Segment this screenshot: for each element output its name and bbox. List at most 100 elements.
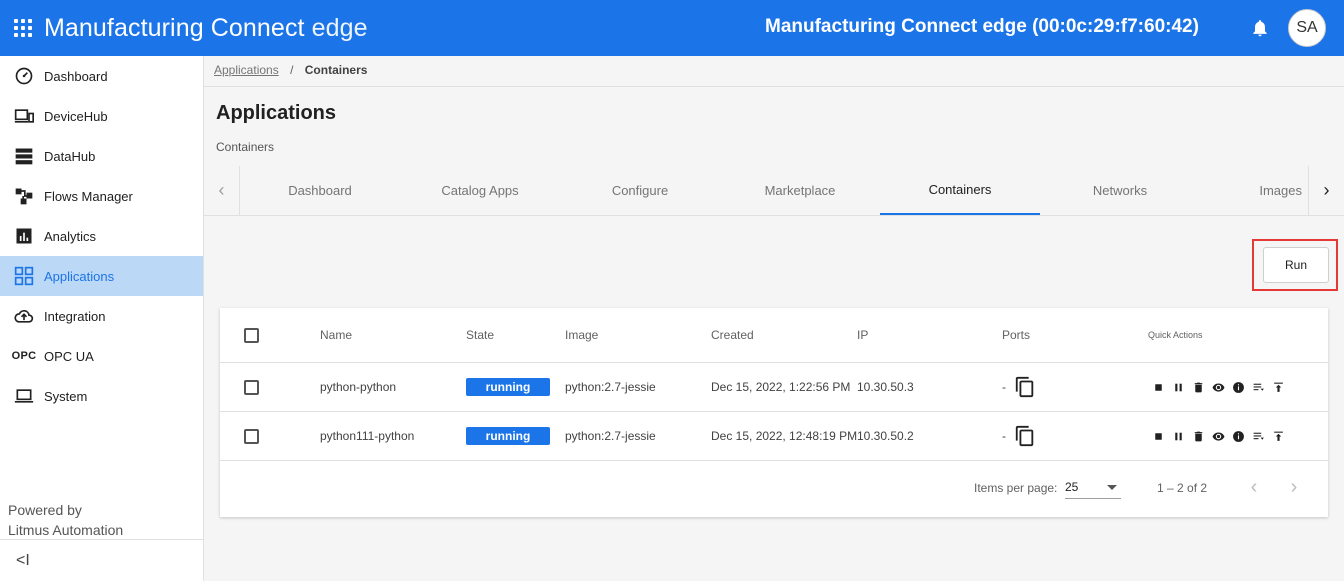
info-icon[interactable] [1231,429,1245,443]
tab-networks[interactable]: Networks [1040,166,1200,215]
app-title-main: Manufacturing Connect [44,13,305,42]
stop-icon[interactable] [1151,380,1165,394]
stop-icon[interactable] [1151,429,1165,443]
sidebar: Dashboard DeviceHub DataHub Flows Manage… [0,56,204,581]
sidebar-item-devicehub[interactable]: DeviceHub [0,96,203,136]
collapse-icon: <I [16,551,30,569]
container-created: Dec 15, 2022, 12:48:19 PM [711,429,858,443]
column-header-name[interactable]: Name [320,308,352,362]
user-avatar[interactable]: SA [1288,9,1326,47]
logs-icon[interactable] [1251,380,1265,394]
row-checkbox[interactable] [244,428,259,444]
tab-scroll-left-button[interactable]: ‹ [204,166,240,215]
quick-actions [1151,412,1285,460]
container-name[interactable]: python111-python [320,412,414,460]
analytics-icon [12,226,36,246]
speedometer-icon [12,66,36,86]
company-name: Litmus Automation [8,522,124,538]
apps-grid-icon [12,266,36,286]
items-per-page-select[interactable]: 25 [1065,475,1121,499]
tab-marketplace[interactable]: Marketplace [720,166,880,215]
container-image: python:2.7-jessie [565,380,656,394]
column-header-ip[interactable]: IP [857,308,868,362]
pause-icon[interactable] [1171,429,1185,443]
sidebar-item-datahub[interactable]: DataHub [0,136,203,176]
logs-icon[interactable] [1251,429,1265,443]
items-per-page-value: 25 [1065,479,1079,494]
notifications-bell-icon[interactable] [1250,18,1270,38]
app-title-suffix: edge [311,13,368,42]
state-cell: running [466,363,550,411]
sidebar-item-label: System [44,388,88,404]
column-header-state[interactable]: State [466,308,494,362]
breadcrumb-applications-link[interactable]: Applications [214,63,279,77]
storage-icon [12,146,36,166]
sidebar-item-analytics[interactable]: Analytics [0,216,203,256]
page-title: Applications [216,102,337,124]
view-icon[interactable] [1211,429,1225,443]
sidebar-item-opc-ua[interactable]: OPC OPC UA [0,336,203,376]
upload-icon[interactable] [1271,380,1285,394]
sidebar-item-label: Applications [44,268,115,284]
apps-menu-icon[interactable] [14,17,36,39]
table-row: python-python running python:2.7-jessie … [220,363,1328,412]
next-page-button[interactable]: › [1282,475,1306,499]
sidebar-item-label: Integration [44,308,106,324]
container-image: python:2.7-jessie [565,429,656,443]
previous-page-button[interactable]: ‹ [1242,475,1266,499]
column-header-created[interactable]: Created [711,308,754,362]
copy-icon[interactable] [1014,374,1036,400]
chevron-down-icon [1107,485,1117,490]
state-cell: running [466,412,550,460]
tab-images[interactable]: Images [1200,166,1308,215]
powered-by-label: Powered by [8,502,82,518]
tab-scroll-right-button[interactable]: › [1308,166,1344,215]
sidebar-item-system[interactable]: System [0,376,203,416]
row-checkbox[interactable] [244,379,259,395]
select-all-checkbox[interactable] [244,327,259,343]
powered-by: Powered by Litmus Automation [8,500,123,540]
view-icon[interactable] [1211,380,1225,394]
collapse-sidebar-button[interactable]: <I [0,539,203,581]
column-header-ports[interactable]: Ports [1002,308,1030,362]
flow-icon [12,186,36,206]
container-ports: - [1002,429,1006,443]
pause-icon[interactable] [1171,380,1185,394]
column-header-image[interactable]: Image [565,308,598,362]
breadcrumb-separator: / [290,63,294,77]
container-name[interactable]: python-python [320,363,396,411]
delete-icon[interactable] [1191,429,1205,443]
row-select-cell [244,412,259,460]
items-per-page-label: Items per page: [974,481,1058,495]
delete-icon[interactable] [1191,380,1205,394]
sidebar-item-label: DeviceHub [44,108,108,124]
sidebar-item-label: DataHub [44,148,96,164]
page-range-label: 1 – 2 of 2 [1157,481,1208,495]
table-row: python111-python running python:2.7-jess… [220,412,1328,461]
page-subtitle: Containers [216,140,275,154]
table-header-row: Name State Image Created IP Ports Quick … [220,308,1328,363]
containers-table: Name State Image Created IP Ports Quick … [220,308,1328,517]
info-icon[interactable] [1231,380,1245,394]
sidebar-item-applications[interactable]: Applications [0,256,203,296]
paginator: Items per page: 25 1 – 2 of 2 ‹ › [220,461,1328,517]
tab-catalog-apps[interactable]: Catalog Apps [400,166,560,215]
select-all-cell [244,308,259,362]
upload-icon[interactable] [1271,429,1285,443]
sidebar-item-dashboard[interactable]: Dashboard [0,56,203,96]
sidebar-item-label: OPC UA [44,348,94,364]
divider [204,86,1344,87]
status-badge: running [466,378,550,396]
app-title: Manufacturing Connect edge [44,14,368,43]
tab-bar: ‹ Dashboard Catalog Apps Configure Marke… [204,166,1344,216]
tab-containers[interactable]: Containers [880,166,1040,215]
copy-icon[interactable] [1014,423,1036,449]
breadcrumb-current: Containers [304,63,368,77]
tab-configure[interactable]: Configure [560,166,720,215]
top-app-bar: Manufacturing Connect edge Manufacturing… [0,0,1344,56]
tab-dashboard[interactable]: Dashboard [240,166,400,215]
sidebar-item-label: Analytics [44,228,97,244]
sidebar-item-flows-manager[interactable]: Flows Manager [0,176,203,216]
run-button[interactable]: Run [1263,247,1329,283]
sidebar-item-integration[interactable]: Integration [0,296,203,336]
